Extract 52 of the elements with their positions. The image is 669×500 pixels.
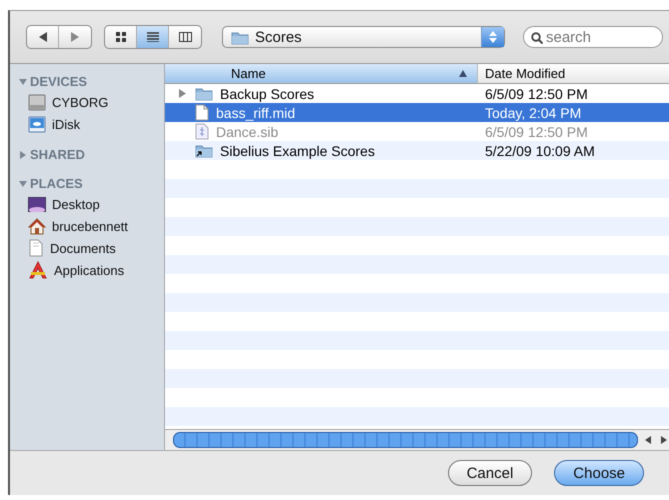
column-header[interactable]: Date Modified	[478, 64, 669, 83]
stepper-icon	[489, 31, 497, 43]
file-name: Dance.sib	[216, 124, 278, 140]
scroll-right-icon[interactable]	[661, 436, 667, 444]
section-header: PLACES	[30, 176, 83, 191]
dialog-button[interactable]: Cancel	[448, 460, 532, 486]
score-file-icon	[195, 123, 209, 140]
search-icon	[531, 32, 543, 44]
section-header: DEVICES	[30, 74, 88, 89]
section-header: SHARED	[30, 147, 85, 162]
list-view-icon	[146, 32, 158, 42]
sidebar-item[interactable]: Applications	[54, 262, 124, 278]
file-name: Backup Scores	[220, 86, 314, 102]
scroll-left-icon[interactable]	[645, 436, 651, 444]
applications-icon	[28, 261, 48, 279]
disclosure-triangle-icon[interactable]	[19, 180, 27, 188]
file-name: Sibelius Example Scores	[220, 142, 375, 158]
file-row[interactable]: Backup Scores 6/5/09 12:50 PM	[165, 84, 669, 103]
document-icon	[195, 104, 209, 121]
date-modified: 5/22/09 10:09 AM	[484, 142, 595, 158]
location-popup[interactable]: Scores	[222, 26, 505, 48]
view-mode-button[interactable]	[137, 26, 169, 48]
hard-drive-icon	[28, 94, 46, 110]
folder-icon	[231, 30, 249, 44]
disclosure-triangle-icon[interactable]	[19, 150, 27, 158]
forward-arrow-icon	[71, 32, 79, 42]
sort-arrow-icon	[459, 70, 467, 77]
disclosure-triangle-icon[interactable]	[179, 89, 186, 98]
disclosure-triangle-icon[interactable]	[19, 78, 27, 86]
house-icon	[28, 218, 46, 234]
sidebar-item[interactable]: Documents	[50, 240, 116, 256]
desktop-icon	[28, 196, 46, 212]
sidebar-item[interactable]: iDisk	[52, 116, 80, 132]
sidebar-item[interactable]: Desktop	[52, 196, 100, 212]
folder-alias-icon	[195, 143, 213, 158]
date-modified: 6/5/09 12:50 PM	[484, 86, 588, 102]
file-row[interactable]: bass_riff.mid Today, 2:04 PM	[165, 103, 669, 122]
sidebar-item[interactable]: CYBORG	[52, 94, 108, 110]
document-icon	[28, 239, 44, 257]
back-arrow-icon	[38, 32, 46, 42]
folder-icon	[195, 86, 213, 101]
column-header[interactable]: Name	[165, 64, 478, 83]
date-modified: 6/5/09 12:50 PM	[484, 124, 588, 140]
file-name: bass_riff.mid	[216, 104, 296, 120]
date-modified: Today, 2:04 PM	[484, 104, 582, 120]
default-button[interactable]: Choose	[554, 460, 644, 486]
sidebar-item[interactable]: brucebennett	[52, 218, 128, 234]
file-row[interactable]: Sibelius Example Scores 5/22/09 10:09 AM	[165, 141, 669, 160]
search-field[interactable]: search	[523, 26, 663, 48]
icon-view-icon	[116, 32, 126, 42]
scrollbar-thumb[interactable]	[173, 432, 638, 448]
column-view-icon	[178, 32, 192, 42]
